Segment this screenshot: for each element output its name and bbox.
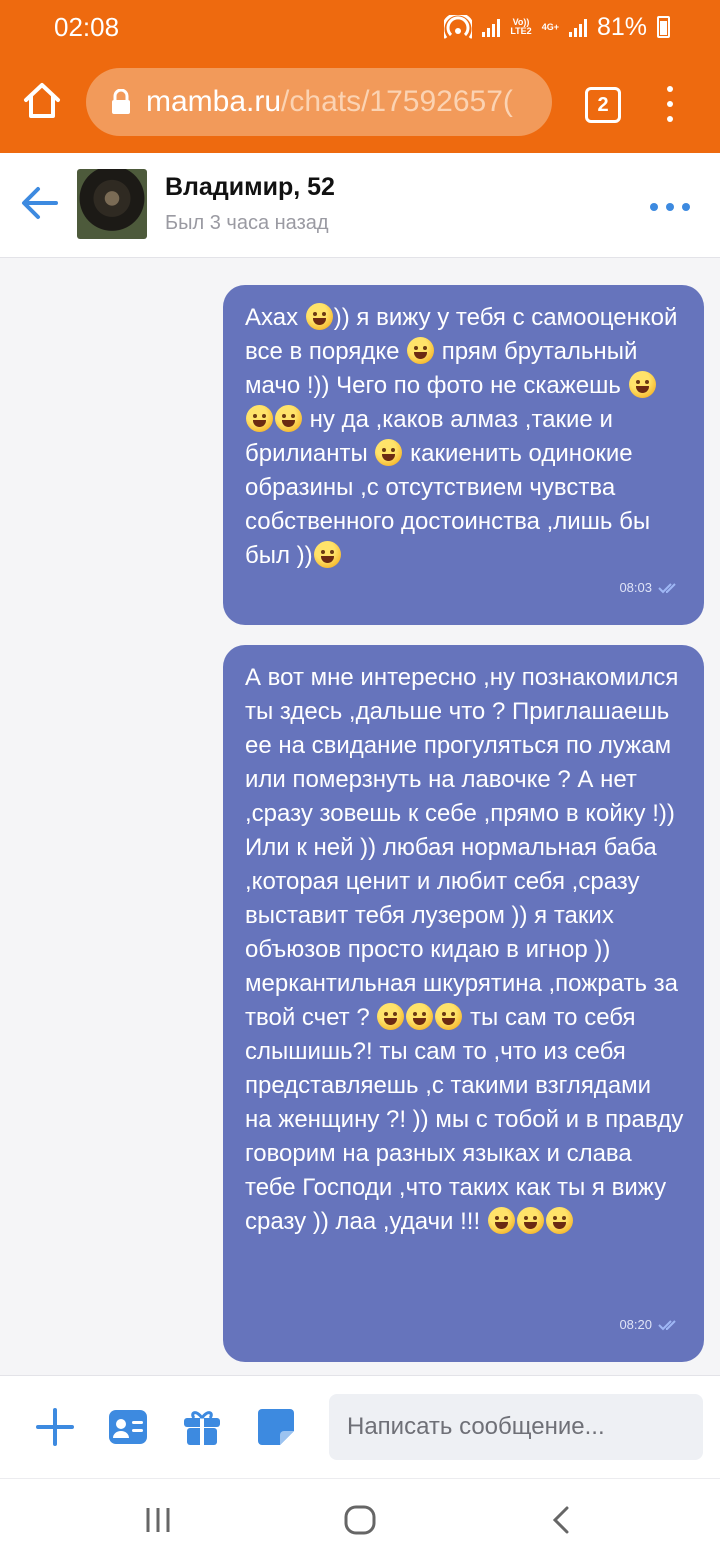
- laughing-emoji-icon: [275, 405, 302, 432]
- laughing-emoji-icon: [406, 1003, 434, 1030]
- browser-menu-icon[interactable]: [660, 86, 680, 122]
- browser-url-row: mamba.ru/chats/17592657( 2: [0, 54, 720, 153]
- status-time: 02:08: [54, 12, 120, 42]
- hotspot-icon: [444, 15, 473, 39]
- url-path: /chats/17592657(: [281, 85, 513, 118]
- tab-switcher-button[interactable]: 2: [585, 87, 621, 123]
- laughing-emoji-icon: [545, 1207, 573, 1234]
- message-input[interactable]: Написать сообщение...: [329, 1394, 703, 1460]
- signal-icon: [568, 17, 587, 37]
- plus-icon[interactable]: [35, 1407, 75, 1447]
- message-composer: Написать сообщение...: [0, 1375, 720, 1478]
- recent-apps-icon[interactable]: [140, 1505, 176, 1535]
- laughing-emoji-icon: [246, 405, 273, 432]
- message-text: Ахах )) я вижу у тебя с самооценкой все …: [245, 303, 678, 569]
- contact-card-icon[interactable]: [108, 1407, 148, 1447]
- sticker-icon[interactable]: [256, 1407, 296, 1447]
- message-time: 08:03: [619, 580, 652, 595]
- laughing-emoji-icon: [375, 439, 403, 466]
- network-label: Vo)) LTE2: [510, 18, 531, 36]
- laughing-emoji-icon: [516, 1207, 544, 1234]
- status-bar: 02:08 Vo)) LTE2 4G+ 81%: [0, 0, 720, 54]
- home-icon[interactable]: [20, 78, 64, 122]
- address-bar[interactable]: mamba.ru/chats/17592657(: [86, 68, 552, 136]
- message-list[interactable]: Ахах )) я вижу у тебя с самооценкой все …: [0, 258, 720, 1375]
- gift-icon[interactable]: [182, 1407, 222, 1447]
- message-time: 08:20: [619, 1317, 652, 1332]
- url-text: mamba.ru/chats/17592657(: [146, 85, 513, 119]
- more-options-icon[interactable]: [650, 203, 690, 211]
- back-arrow-icon[interactable]: [20, 183, 60, 223]
- double-check-icon: [658, 1320, 676, 1331]
- avatar[interactable]: [77, 169, 147, 239]
- laughing-emoji-icon: [628, 371, 656, 398]
- browser-top-bar: 02:08 Vo)) LTE2 4G+ 81% mamba.ru/chats/17…: [0, 0, 720, 153]
- back-nav-icon[interactable]: [544, 1505, 580, 1535]
- lock-icon: [110, 88, 132, 115]
- message-bubble: Ахах )) я вижу у тебя с самооценкой все …: [223, 285, 704, 625]
- network-type: 4G+: [541, 21, 559, 32]
- system-nav-bar: [0, 1478, 720, 1561]
- last-seen-status: Был 3 часа назад: [165, 212, 329, 234]
- status-icons: Vo)) LTE2 4G+ 81%: [444, 12, 670, 42]
- message-input-placeholder: Написать сообщение...: [347, 1413, 605, 1440]
- laughing-emoji-icon: [305, 303, 333, 330]
- message-bubble: А вот мне интересно ,ну познакомился ты …: [223, 645, 704, 1362]
- laughing-emoji-icon: [435, 1003, 463, 1030]
- chat-header: Владимир, 52 Был 3 часа назад: [0, 153, 720, 258]
- url-host: mamba.ru: [146, 85, 282, 118]
- contact-name[interactable]: Владимир, 52: [165, 173, 335, 202]
- battery-percent: 81%: [596, 12, 647, 41]
- laughing-emoji-icon: [487, 1207, 515, 1234]
- lte-label: LTE2: [510, 26, 532, 36]
- battery-icon: [657, 16, 670, 38]
- laughing-emoji-icon: [377, 1003, 405, 1030]
- message-meta: 08:20: [619, 1308, 680, 1342]
- laughing-emoji-icon: [407, 337, 435, 364]
- signal-icon: [482, 17, 501, 37]
- double-check-icon: [658, 583, 676, 594]
- message-text: А вот мне интересно ,ну познакомился ты …: [245, 664, 684, 1235]
- message-meta: 08:03: [619, 571, 680, 605]
- laughing-emoji-icon: [313, 541, 341, 568]
- home-nav-icon[interactable]: [342, 1505, 378, 1535]
